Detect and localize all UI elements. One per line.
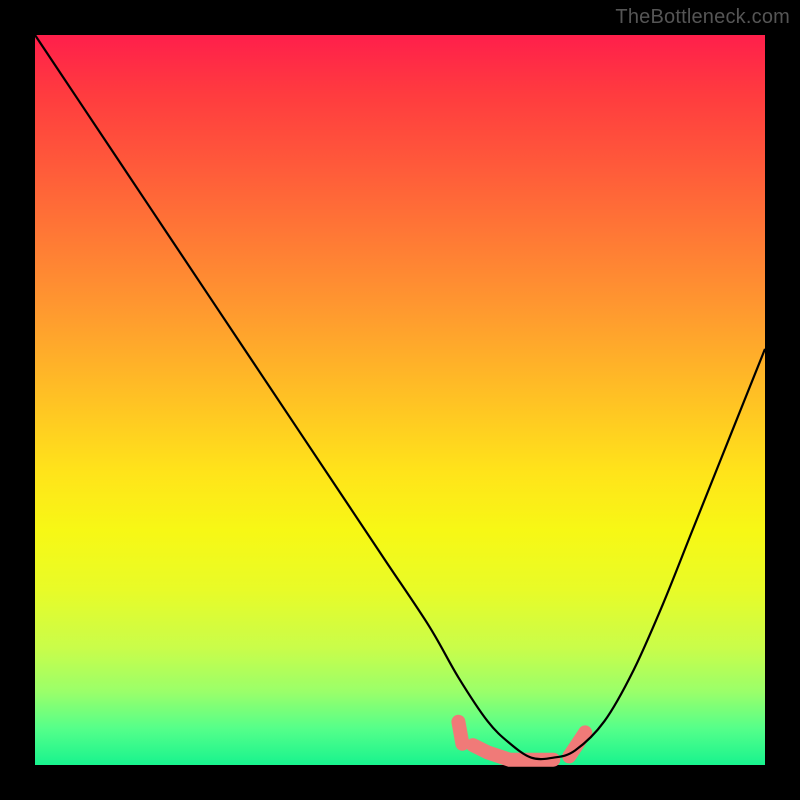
bottleneck-curve [35,35,765,759]
accent-segment-left [458,722,462,744]
plot-area [35,35,765,765]
watermark-text: TheBottleneck.com [615,6,790,29]
curve-svg [35,35,765,765]
chart-frame: TheBottleneck.com [0,0,800,800]
